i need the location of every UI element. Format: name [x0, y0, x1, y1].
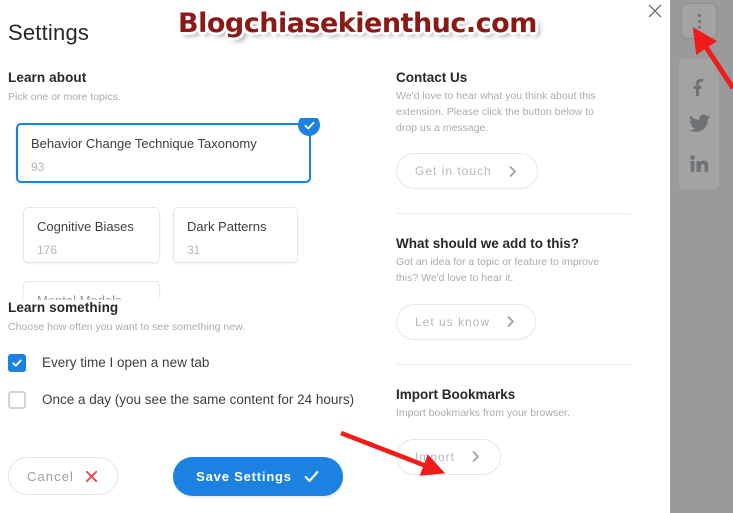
check-mark-icon	[303, 468, 320, 485]
kebab-dot	[697, 25, 701, 29]
topic-name: Cognitive Biases	[37, 219, 134, 235]
kebab-dot	[697, 19, 701, 23]
get-in-touch-label: Get in touch	[415, 164, 492, 179]
checkbox-every-new-tab[interactable]	[8, 354, 26, 373]
save-button-label: Save Settings	[196, 469, 292, 484]
divider	[396, 363, 630, 365]
topic-count: 93	[31, 159, 45, 174]
kebab-menu-button[interactable]	[681, 3, 717, 39]
learn-about-title: Learn about	[8, 70, 87, 85]
import-bookmarks-title: Import Bookmarks	[396, 386, 516, 402]
chevron-right-icon	[504, 315, 517, 328]
get-in-touch-button[interactable]: Get in touch	[396, 153, 538, 190]
option-label: Once a day (you see the same content for…	[42, 392, 355, 408]
dialog-right-column: Contact Us We'd love to hear what you th…	[396, 70, 636, 475]
import-button[interactable]: Import	[396, 438, 502, 475]
learn-about-section: Learn about Pick one or more topics. Beh…	[8, 70, 378, 324]
option-row-every-new-tab[interactable]: Every time I open a new tab	[8, 353, 378, 373]
topic-card-dark-patterns[interactable]: Dark Patterns 31	[173, 207, 298, 264]
divider	[396, 213, 630, 215]
contact-us-body: We'd love to hear what you think about t…	[396, 90, 596, 134]
option-row-once-a-day[interactable]: Once a day (you see the same content for…	[8, 390, 378, 410]
contact-us-title: Contact Us	[396, 70, 468, 85]
kebab-dot	[697, 13, 701, 17]
learn-something-section: Learn something Choose how often you wan…	[8, 300, 378, 410]
topic-name: Behavior Change Technique Taxonomy	[31, 136, 257, 152]
suggestion-block: What should we add to this? Got an idea …	[396, 236, 636, 340]
chevron-right-icon	[506, 165, 519, 178]
topic-card-list: Behavior Change Technique Taxonomy 93 Co…	[8, 118, 326, 324]
import-label: Import	[415, 449, 456, 464]
cancel-button-label: Cancel	[26, 468, 75, 484]
save-settings-button[interactable]: Save Settings	[173, 457, 343, 496]
learn-about-subtitle: Pick one or more topics.	[8, 91, 121, 103]
facebook-icon[interactable]	[686, 72, 712, 98]
suggestion-body: Got an idea for a topic or feature to im…	[396, 256, 600, 284]
settings-dialog: Settings Learn about Pick one or more to…	[0, 0, 670, 513]
linkedin-icon[interactable]	[686, 150, 712, 176]
chevron-right-icon	[469, 450, 482, 463]
twitter-icon[interactable]	[686, 111, 712, 137]
let-us-know-button[interactable]: Let us know	[396, 303, 537, 340]
import-bookmarks-body: Import bookmarks from your browser.	[396, 406, 570, 419]
close-icon[interactable]	[644, 0, 666, 22]
topic-count: 176	[37, 242, 58, 257]
topic-card-behavior-change-technique-taxonomy[interactable]: Behavior Change Technique Taxonomy 93	[16, 118, 320, 184]
x-mark-icon	[84, 469, 99, 484]
learn-something-title: Learn something	[8, 300, 119, 315]
let-us-know-label: Let us know	[415, 314, 491, 329]
screenshot-root: Settings Learn about Pick one or more to…	[0, 0, 733, 513]
topic-card-cognitive-biases[interactable]: Cognitive Biases 176	[23, 207, 160, 264]
contact-us-block: Contact Us We'd love to hear what you th…	[396, 70, 636, 190]
option-label: Every time I open a new tab	[42, 355, 210, 371]
import-bookmarks-block: Import Bookmarks Import bookmarks from y…	[396, 387, 636, 475]
check-circle-icon	[298, 118, 320, 137]
social-share-strip	[679, 58, 719, 190]
page-title: Settings	[8, 20, 90, 45]
cancel-button[interactable]: Cancel	[8, 457, 118, 495]
topic-count: 31	[187, 242, 201, 257]
topic-name: Dark Patterns	[187, 219, 267, 235]
checkbox-once-a-day[interactable]	[8, 391, 26, 410]
suggestion-title: What should we add to this?	[396, 236, 579, 252]
learn-something-subtitle: Choose how often you want to see somethi…	[8, 321, 245, 333]
